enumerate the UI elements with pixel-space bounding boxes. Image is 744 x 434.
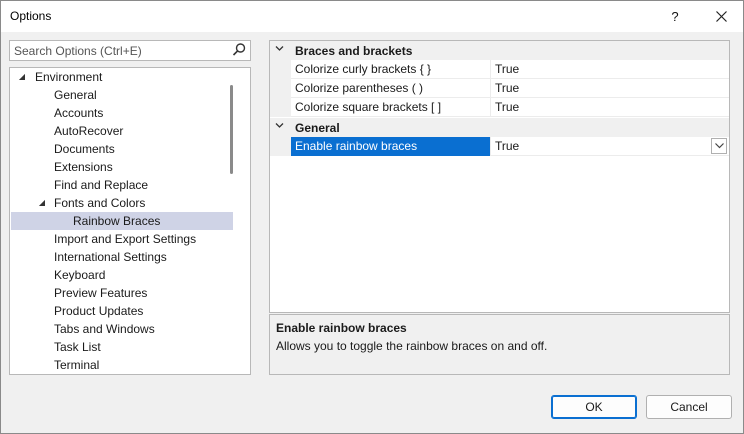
chevron-down-icon[interactable] bbox=[275, 121, 284, 132]
tree-item-environment[interactable]: ◢ Environment bbox=[11, 68, 233, 86]
tree-item-label: AutoRecover bbox=[54, 124, 124, 138]
row-gutter bbox=[270, 60, 291, 79]
chevron-down-icon[interactable] bbox=[275, 44, 284, 55]
collapse-arrow-icon[interactable]: ◢ bbox=[16, 68, 28, 86]
property-value[interactable]: True bbox=[491, 98, 729, 117]
title-bar: Options ? bbox=[1, 1, 743, 32]
property-name[interactable]: Colorize parentheses ( ) bbox=[291, 79, 491, 98]
tree-item-keyboard[interactable]: Keyboard bbox=[11, 266, 233, 284]
tree-item-task-list[interactable]: Task List bbox=[11, 338, 233, 356]
category-general[interactable]: General bbox=[270, 118, 729, 137]
tree-item-label: Import and Export Settings bbox=[54, 232, 197, 246]
tree-item-label: Documents bbox=[54, 142, 115, 156]
search-icon[interactable] bbox=[231, 42, 247, 58]
tree-item-fonts-and-colors[interactable]: ◢ Fonts and Colors bbox=[11, 194, 233, 212]
property-row-selected[interactable]: Enable rainbow braces True bbox=[270, 137, 729, 156]
property-value[interactable]: True bbox=[491, 79, 729, 98]
tree-item-import-export[interactable]: Import and Export Settings bbox=[11, 230, 233, 248]
tree-item-label: Tabs and Windows bbox=[54, 322, 155, 336]
property-row[interactable]: Colorize curly brackets { } True bbox=[270, 60, 729, 79]
close-icon bbox=[715, 11, 727, 22]
tree-item-preview-features[interactable]: Preview Features bbox=[11, 284, 233, 302]
category-braces-and-brackets[interactable]: Braces and brackets bbox=[270, 41, 729, 60]
ok-button[interactable]: OK bbox=[551, 395, 637, 419]
description-text: Allows you to toggle the rainbow braces … bbox=[276, 339, 548, 353]
category-label: Braces and brackets bbox=[295, 44, 413, 58]
tree-item-extensions[interactable]: Extensions bbox=[11, 158, 233, 176]
description-title: Enable rainbow braces bbox=[276, 321, 407, 335]
tree-item-label: Extensions bbox=[54, 160, 113, 174]
property-name[interactable]: Colorize square brackets [ ] bbox=[291, 98, 491, 117]
category-label: General bbox=[295, 121, 340, 135]
search-placeholder: Search Options (Ctrl+E) bbox=[14, 44, 142, 58]
property-row[interactable]: Colorize square brackets [ ] True bbox=[270, 98, 729, 117]
property-name[interactable]: Colorize curly brackets { } bbox=[291, 60, 491, 79]
property-grid[interactable]: Braces and brackets Colorize curly brack… bbox=[269, 40, 730, 313]
tree-item-documents[interactable]: Documents bbox=[11, 140, 233, 158]
tree-item-label: Product Updates bbox=[54, 304, 144, 318]
tree-item-label: Find and Replace bbox=[54, 178, 149, 192]
collapse-arrow-icon[interactable]: ◢ bbox=[36, 194, 48, 212]
window-title: Options bbox=[10, 9, 52, 23]
tree-item-rainbow-braces[interactable]: Rainbow Braces bbox=[11, 212, 233, 230]
options-dialog: Options ? Search Options (Ctrl+E) ◢ Envi… bbox=[0, 0, 744, 434]
tree-item-label: International Settings bbox=[54, 250, 167, 264]
tree-item-product-updates[interactable]: Product Updates bbox=[11, 302, 233, 320]
value-dropdown-button[interactable] bbox=[711, 138, 727, 154]
tree-item-autorecover[interactable]: AutoRecover bbox=[11, 122, 233, 140]
search-options-input[interactable]: Search Options (Ctrl+E) bbox=[9, 40, 251, 61]
tree-item-label: Task List bbox=[54, 340, 101, 354]
tree-item-label: Keyboard bbox=[54, 268, 106, 282]
description-panel: Enable rainbow braces Allows you to togg… bbox=[269, 314, 730, 375]
tree-item-find-and-replace[interactable]: Find and Replace bbox=[11, 176, 233, 194]
tree-item-label: Rainbow Braces bbox=[73, 214, 161, 228]
chevron-down-icon bbox=[714, 143, 724, 149]
tree-item-international[interactable]: International Settings bbox=[11, 248, 233, 266]
options-tree[interactable]: ◢ Environment General Accounts AutoRecov… bbox=[9, 67, 251, 375]
tree-item-terminal[interactable]: Terminal bbox=[11, 356, 233, 374]
tree-item-label: Terminal bbox=[54, 358, 100, 372]
close-button[interactable] bbox=[698, 1, 744, 32]
help-icon: ? bbox=[671, 9, 679, 24]
tree-item-label: Accounts bbox=[54, 106, 104, 120]
tree-item-accounts[interactable]: Accounts bbox=[11, 104, 233, 122]
tree-item-label: Fonts and Colors bbox=[54, 196, 146, 210]
cancel-button[interactable]: Cancel bbox=[646, 395, 732, 419]
property-name[interactable]: Enable rainbow braces bbox=[291, 137, 491, 156]
tree-item-general[interactable]: General bbox=[11, 86, 233, 104]
property-value[interactable]: True bbox=[491, 60, 729, 79]
tree-item-label: Environment bbox=[35, 70, 103, 84]
property-row[interactable]: Colorize parentheses ( ) True bbox=[270, 79, 729, 98]
row-gutter bbox=[270, 79, 291, 98]
tree-item-label: General bbox=[54, 88, 97, 102]
row-gutter bbox=[270, 137, 291, 156]
tree-item-tabs-and-windows[interactable]: Tabs and Windows bbox=[11, 320, 233, 338]
row-gutter bbox=[270, 98, 291, 117]
tree-item-label: Preview Features bbox=[54, 286, 148, 300]
help-button[interactable]: ? bbox=[652, 1, 698, 32]
tree-scrollbar-thumb[interactable] bbox=[230, 85, 233, 174]
property-value[interactable]: True bbox=[491, 137, 729, 156]
